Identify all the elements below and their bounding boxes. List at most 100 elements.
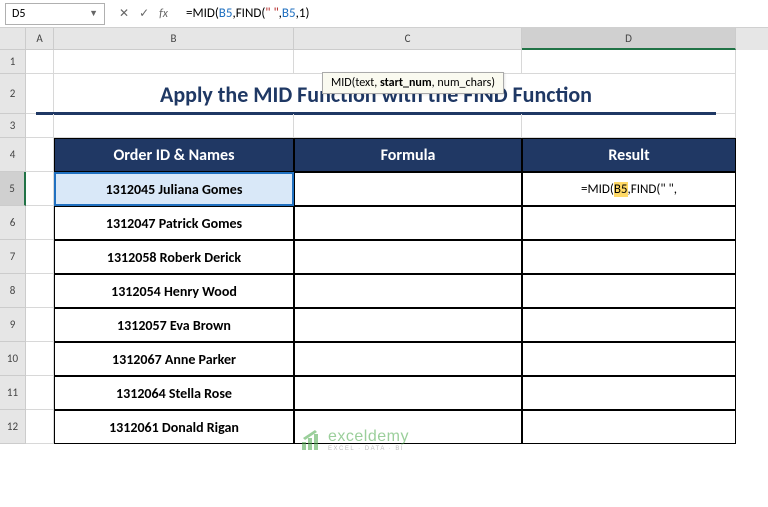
cell-c10[interactable] xyxy=(294,342,522,376)
formula-ref: B5 xyxy=(282,6,296,21)
tooltip-arg2[interactable]: start_num xyxy=(380,76,432,90)
tooltip-fn: MID xyxy=(331,76,352,90)
cell-c3[interactable] xyxy=(294,114,522,138)
cell-a1[interactable] xyxy=(26,50,54,74)
enter-icon[interactable]: ✓ xyxy=(139,6,149,21)
cell-d1[interactable] xyxy=(522,50,736,74)
cancel-icon[interactable]: ✕ xyxy=(119,6,129,21)
formula-input[interactable]: =MID(B5,FIND(" ",B5,1) xyxy=(182,3,763,25)
cell-d7[interactable] xyxy=(522,240,736,274)
col-header-a[interactable]: A xyxy=(26,28,54,50)
row-9: 1312057 Eva Brown xyxy=(26,308,768,342)
d5-part1: =MID( xyxy=(581,182,614,197)
cell-b7[interactable]: 1312058 Roberk Derick xyxy=(54,240,294,274)
row-8: 1312054 Henry Wood xyxy=(26,274,768,308)
row-3 xyxy=(26,114,768,138)
formula-text-part: ,FIND( xyxy=(232,6,265,21)
header-result[interactable]: Result xyxy=(522,138,736,172)
row-header-7[interactable]: 7 xyxy=(0,240,26,274)
formula-text-part: =MID( xyxy=(186,6,219,21)
d5-part2: ,FIND(" ", xyxy=(628,182,677,197)
d5-ref-highlight: B5 xyxy=(614,182,628,197)
cell-a7[interactable] xyxy=(26,240,54,274)
col-header-b[interactable]: B xyxy=(54,28,294,50)
name-box[interactable]: D5 ▼ xyxy=(5,3,105,25)
row-header-12[interactable]: 12 xyxy=(0,410,26,444)
cell-a12[interactable] xyxy=(26,410,54,444)
cell-d10[interactable] xyxy=(522,342,736,376)
row-header-5[interactable]: 5 xyxy=(0,172,26,206)
cell-b8[interactable]: 1312054 Henry Wood xyxy=(54,274,294,308)
formula-number: 1 xyxy=(299,6,306,21)
select-all-corner[interactable] xyxy=(0,28,26,50)
row-header-4[interactable]: 4 xyxy=(0,138,26,172)
cell-d5[interactable]: =MID(B5,FIND(" ", xyxy=(522,172,736,206)
cell-d9[interactable] xyxy=(522,308,736,342)
formula-ref: B5 xyxy=(219,6,233,21)
row-header-3[interactable]: 3 xyxy=(0,114,26,138)
watermark-main: exceldemy xyxy=(328,428,409,446)
spreadsheet-grid: 1 2 3 4 5 6 7 8 9 10 11 12 A B C D MID(t… xyxy=(0,28,768,444)
header-order-names[interactable]: Order ID & Names xyxy=(54,138,294,172)
tooltip-arg3[interactable]: num_chars xyxy=(437,76,491,90)
cells-area: MID(text, start_num, num_chars) Apply th… xyxy=(26,50,768,444)
chevron-down-icon[interactable]: ▼ xyxy=(89,8,98,19)
cell-a10[interactable] xyxy=(26,342,54,376)
cell-a11[interactable] xyxy=(26,376,54,410)
cell-c11[interactable] xyxy=(294,376,522,410)
cell-b1[interactable] xyxy=(54,50,294,74)
cell-a5[interactable] xyxy=(26,172,54,206)
header-formula[interactable]: Formula xyxy=(294,138,522,172)
watermark-text: exceldemy EXCEL · DATA · BI xyxy=(328,428,409,452)
row-11: 1312064 Stella Rose xyxy=(26,376,768,410)
row-header-11[interactable]: 11 xyxy=(0,376,26,410)
cell-d12[interactable] xyxy=(522,410,736,444)
row-header-9[interactable]: 9 xyxy=(0,308,26,342)
watermark-sub: EXCEL · DATA · BI xyxy=(328,446,409,452)
function-tooltip: MID(text, start_num, num_chars) xyxy=(322,72,504,94)
row-7: 1312058 Roberk Derick xyxy=(26,240,768,274)
formula-string: " " xyxy=(265,6,278,21)
cell-a6[interactable] xyxy=(26,206,54,240)
col-header-c[interactable]: C xyxy=(294,28,522,50)
cell-b3[interactable] xyxy=(54,114,294,138)
row-10: 1312067 Anne Parker xyxy=(26,342,768,376)
cell-d5-editing: =MID(B5,FIND(" ", xyxy=(577,173,681,205)
row-headers: 1 2 3 4 5 6 7 8 9 10 11 12 xyxy=(0,28,26,444)
cell-b11[interactable]: 1312064 Stella Rose xyxy=(54,376,294,410)
cell-a3[interactable] xyxy=(26,114,54,138)
cell-c7[interactable] xyxy=(294,240,522,274)
row-header-8[interactable]: 8 xyxy=(0,274,26,308)
cell-a9[interactable] xyxy=(26,308,54,342)
cell-d8[interactable] xyxy=(522,274,736,308)
cell-c5[interactable] xyxy=(294,172,522,206)
cell-b12[interactable]: 1312061 Donald Rigan xyxy=(54,410,294,444)
cell-b6[interactable]: 1312047 Patrick Gomes xyxy=(54,206,294,240)
row-4: Order ID & Names Formula Result xyxy=(26,138,768,172)
cell-a4[interactable] xyxy=(26,138,54,172)
column-headers: A B C D xyxy=(26,28,768,50)
tooltip-arg1[interactable]: text xyxy=(355,76,374,90)
cell-d3[interactable] xyxy=(522,114,736,138)
formula-bar-row: D5 ▼ ✕ ✓ fx =MID(B5,FIND(" ",B5,1) xyxy=(0,0,768,28)
cell-b9[interactable]: 1312057 Eva Brown xyxy=(54,308,294,342)
row-header-2[interactable]: 2 xyxy=(0,74,26,114)
formula-bar-buttons: ✕ ✓ fx xyxy=(113,6,174,21)
cell-c6[interactable] xyxy=(294,206,522,240)
columns-area: A B C D MID(text, start_num, num_chars) xyxy=(26,28,768,444)
fx-icon[interactable]: fx xyxy=(159,7,168,21)
row-header-6[interactable]: 6 xyxy=(0,206,26,240)
cell-c9[interactable] xyxy=(294,308,522,342)
exceldemy-logo-icon xyxy=(300,428,324,452)
row-5: 1312045 Juliana Gomes =MID(B5,FIND(" ", xyxy=(26,172,768,206)
cell-d11[interactable] xyxy=(522,376,736,410)
cell-d6[interactable] xyxy=(522,206,736,240)
cell-b5[interactable]: 1312045 Juliana Gomes xyxy=(54,172,294,206)
row-header-1[interactable]: 1 xyxy=(0,50,26,74)
col-header-d[interactable]: D xyxy=(522,28,736,50)
cell-b10[interactable]: 1312067 Anne Parker xyxy=(54,342,294,376)
cell-c1[interactable] xyxy=(294,50,522,74)
row-header-10[interactable]: 10 xyxy=(0,342,26,376)
cell-a8[interactable] xyxy=(26,274,54,308)
cell-c8[interactable] xyxy=(294,274,522,308)
